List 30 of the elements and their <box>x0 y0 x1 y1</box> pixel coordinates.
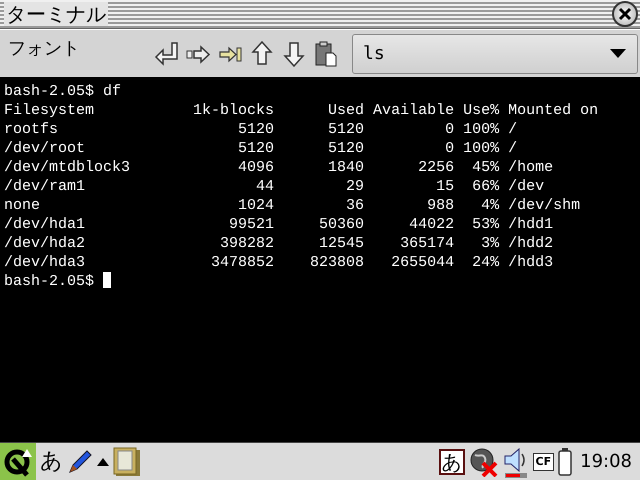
output-line: /dev/ram1 44 29 15 66% /dev <box>4 177 546 196</box>
command-line: bash-2.05$ df <box>4 82 122 101</box>
up-triangle-icon[interactable] <box>97 458 109 466</box>
clock[interactable]: 19:08 <box>580 451 632 472</box>
pencil-icon[interactable] <box>67 448 93 474</box>
window-title: ターミナル <box>4 2 108 26</box>
close-button[interactable] <box>612 1 638 27</box>
cf-card-indicator[interactable]: CF <box>532 452 554 470</box>
shell-prompt: bash-2.05$ <box>4 273 94 290</box>
output-line: /dev/hda2 398282 12545 365174 3% /hdd2 <box>4 234 554 253</box>
output-line: /dev/root 5120 5120 0 100% / <box>4 139 518 158</box>
output-line: /dev/hda3 3478852 823808 2655044 24% /hdd3 <box>4 253 554 272</box>
output-line: none 1024 36 988 4% /dev/shm <box>4 196 582 215</box>
speaker-icon[interactable] <box>502 446 529 478</box>
input-method-indicator[interactable]: あ <box>438 448 465 474</box>
command-combobox[interactable]: ls <box>352 34 638 74</box>
output-header: Filesystem 1k-blocks Used Available Use% Mounted on <box>4 101 600 120</box>
globe-offline-icon[interactable] <box>468 446 499 476</box>
output-line: rootfs 5120 5120 0 100% / <box>4 120 518 139</box>
return-arrow-icon[interactable] <box>154 40 180 68</box>
start-button[interactable] <box>0 443 36 480</box>
output-line: /dev/mtdblock3 4096 1840 2256 45% /home <box>4 158 554 177</box>
output-line: /dev/hda1 99521 50360 44022 53% /hdd1 <box>4 215 554 234</box>
pda-device-icon[interactable] <box>113 446 141 476</box>
battery-icon[interactable] <box>558 448 572 476</box>
close-icon <box>618 7 632 21</box>
text-cursor <box>103 272 112 288</box>
dropdown-caret-icon[interactable] <box>610 48 626 58</box>
input-method-button[interactable]: あ <box>40 448 63 474</box>
font-menu[interactable]: フォント <box>8 30 148 60</box>
